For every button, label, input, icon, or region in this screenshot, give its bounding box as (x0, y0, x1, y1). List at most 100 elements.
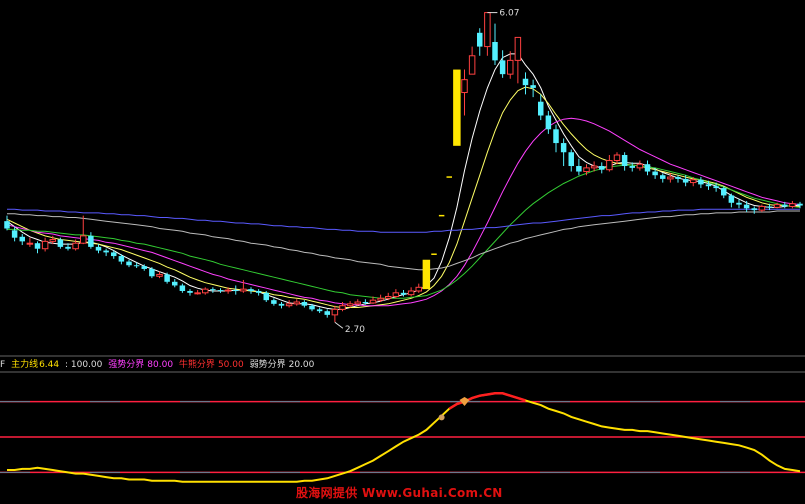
candle-body (301, 302, 308, 306)
legend-main-value: 6.44 (39, 360, 60, 370)
candle-body (415, 286, 422, 292)
candle-body (553, 129, 559, 144)
candle (675, 175, 681, 183)
candle (271, 298, 277, 306)
low-pointer (334, 321, 344, 329)
candle (698, 177, 704, 189)
legend-bull-bear-label: 牛熊分界 (178, 360, 215, 370)
candle (568, 149, 574, 172)
candle-body (156, 273, 163, 277)
candle-body (354, 301, 361, 305)
candle-body (392, 292, 400, 297)
candle (743, 200, 750, 212)
candle-body (80, 235, 87, 244)
candle-body (369, 299, 377, 304)
candle-body (26, 242, 34, 245)
candle (233, 285, 239, 295)
ma120-line (7, 210, 800, 271)
candle-body (797, 203, 803, 206)
candle-body (560, 143, 567, 153)
candle (278, 302, 285, 309)
candle (331, 305, 339, 323)
candle-body (385, 295, 392, 299)
candle-body (492, 41, 498, 61)
legend-main-label: 主力线 (11, 360, 39, 370)
legend-strong-value: 80.00 (147, 360, 174, 370)
candle (407, 287, 415, 297)
candle (514, 36, 522, 84)
candle (599, 162, 605, 174)
candle-body (522, 78, 529, 86)
candle (285, 300, 293, 308)
candle-body (660, 175, 666, 179)
candle (461, 69, 468, 116)
candle (636, 160, 644, 171)
candle (293, 299, 300, 306)
candle-body (507, 59, 514, 75)
candle (324, 309, 330, 318)
candle-body (606, 160, 613, 171)
candle-body (309, 305, 315, 310)
candle (126, 259, 132, 268)
candle (415, 283, 422, 293)
candle-body (568, 152, 574, 167)
indicator-diamond-marker (459, 397, 470, 407)
candle-body (72, 242, 79, 250)
legend-weak-label: 弱势分界 (249, 360, 286, 370)
candle-body (667, 176, 674, 180)
candle-body (728, 195, 735, 203)
candle (606, 155, 613, 172)
candle-body (103, 250, 109, 253)
candle-body (682, 178, 689, 183)
candle-body (57, 239, 64, 247)
candle-body (713, 186, 719, 189)
candle-body (530, 85, 536, 88)
candle (560, 138, 567, 167)
ma20-line (6, 117, 801, 307)
candle (164, 272, 170, 284)
candle (576, 158, 582, 176)
stock-chart: 6.07 2.70 (0, 0, 805, 500)
candle-body (590, 165, 598, 169)
candle-body (316, 309, 323, 312)
candle-body (644, 164, 651, 172)
candle (41, 237, 49, 252)
candle-body (400, 292, 407, 295)
candle-body (141, 266, 147, 269)
indicator-dot-marker (438, 414, 445, 421)
candle-body (789, 203, 796, 207)
candle-body (407, 290, 415, 296)
low-label: 2.70 (345, 325, 365, 335)
candle (422, 259, 431, 290)
candle-body (224, 289, 232, 292)
candle (545, 110, 552, 134)
candle (492, 23, 498, 65)
candle-body (773, 204, 781, 208)
top-info-strip (0, 0, 805, 6)
candle-body (111, 252, 117, 257)
candle-body (293, 301, 300, 305)
ma5-line (6, 53, 800, 310)
candle-body (758, 205, 766, 211)
candle (453, 69, 461, 146)
legend-strong-label: 强势分界 (108, 360, 145, 370)
candle (210, 287, 216, 293)
candle-body (477, 32, 483, 47)
candle-body (346, 303, 354, 307)
candle (217, 288, 224, 293)
candle-body (88, 235, 94, 247)
candle (499, 50, 506, 78)
candle-body (621, 155, 628, 167)
candle-body (422, 259, 431, 290)
candle-body (11, 230, 18, 238)
candle-body (210, 289, 216, 291)
candle-body (736, 202, 742, 205)
candle (179, 283, 186, 293)
candle-body (118, 256, 125, 262)
candle-body (248, 289, 254, 291)
candle (538, 94, 544, 121)
candle (149, 267, 155, 279)
candle (301, 300, 308, 308)
candle (644, 160, 651, 176)
candle-body (636, 163, 644, 169)
